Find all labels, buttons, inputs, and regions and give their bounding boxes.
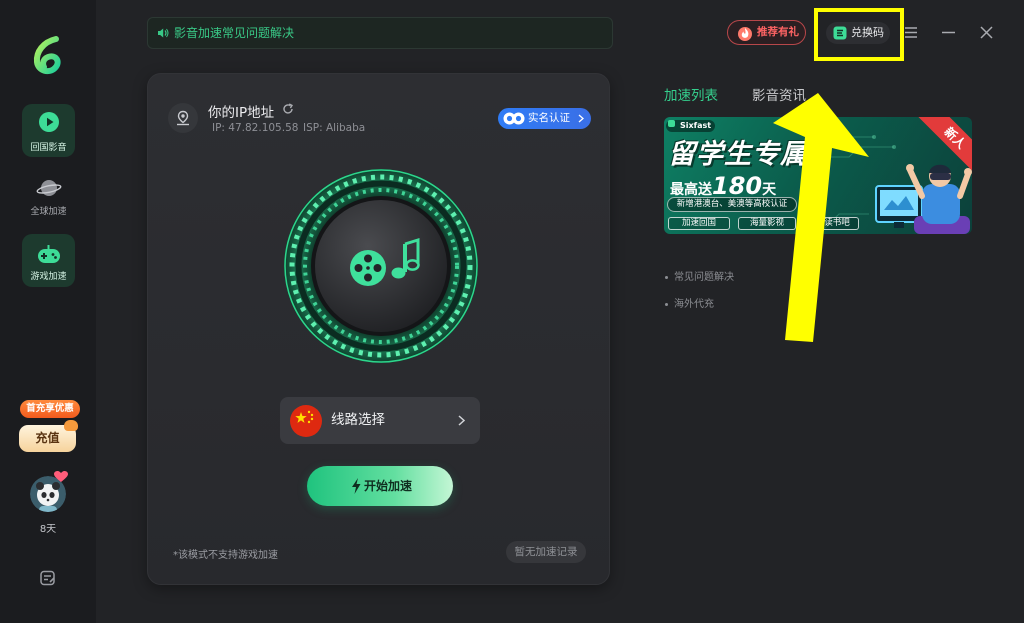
real-name-verify-button[interactable]: 实名认证: [498, 108, 591, 129]
link-label: 海外代充: [674, 299, 714, 310]
mode-note: *该模式不支持游戏加速: [173, 550, 278, 561]
speaker-icon: [157, 27, 169, 39]
verify-label: 实名认证: [528, 112, 570, 124]
chevron-right-icon: [578, 114, 584, 123]
tab-media-news[interactable]: 影音资讯: [752, 84, 806, 104]
location-pin-icon: [168, 103, 198, 133]
app-logo-icon: [28, 34, 68, 76]
coupon-icon: [833, 26, 847, 40]
heart-badge-icon: [54, 471, 68, 483]
bullet-icon: [665, 302, 668, 306]
ip-title: 你的IP地址: [208, 105, 275, 121]
notice-bar[interactable]: 影音加速常见问题解决: [147, 17, 613, 49]
promo-banner[interactable]: Sixfast 留学生专属 最高送180天 新增港澳台、美澳等高校认证 加速回国…: [664, 117, 972, 234]
days-remaining: 8天: [39, 524, 57, 535]
link-overseas-topup[interactable]: 海外代充: [665, 295, 714, 310]
history-button[interactable]: 暂无加速记录: [506, 541, 586, 563]
accelerate-card: 你的IP地址 IP: 47.82.105.58 ISP: Alibaba 实名认…: [147, 73, 610, 585]
minimize-icon[interactable]: [942, 31, 955, 34]
link-label: 常见问题解决: [674, 272, 734, 283]
isp-name: ISP: Alibaba: [303, 122, 366, 134]
ip-address: IP: 47.82.105.58: [212, 122, 299, 134]
redeem-label: 兑换码: [851, 26, 884, 39]
banner-subline: 新增港澳台、美澳等高校认证: [667, 197, 797, 212]
start-label: 开始加速: [364, 479, 413, 493]
verify-icon: [503, 112, 525, 125]
lightning-icon: [351, 478, 361, 494]
referral-label: 推荐有礼: [757, 26, 799, 38]
offer-number: 180: [712, 172, 763, 200]
referral-button[interactable]: 推荐有礼: [727, 20, 806, 45]
film-music-icon[interactable]: [281, 166, 481, 366]
gamepad-icon: [22, 244, 75, 266]
offer-unit: 天: [762, 182, 777, 198]
banner-offer: 最高送180天: [670, 172, 776, 200]
sidebar-item-global[interactable]: 全球加速: [22, 166, 75, 219]
link-faq[interactable]: 常见问题解决: [665, 268, 734, 283]
banner-headline: 留学生专属: [668, 139, 808, 170]
sidebar-item-label: 全球加速: [30, 207, 67, 217]
video-play-icon: [22, 111, 75, 133]
redeem-code-button[interactable]: 兑换码: [826, 22, 890, 44]
offer-prefix: 最高送: [670, 182, 712, 198]
feedback-icon[interactable]: [40, 570, 56, 586]
banner-feature: 海量影视: [738, 217, 796, 230]
chevron-right-icon: [458, 415, 465, 426]
route-label: 线路选择: [331, 412, 385, 428]
route-select[interactable]: 线路选择: [280, 397, 480, 444]
fire-icon: [737, 25, 753, 41]
sidebar-item-video[interactable]: 回国影音: [22, 104, 75, 157]
sidebar-item-label: 回国影音: [30, 143, 67, 153]
close-icon[interactable]: [980, 26, 993, 39]
notice-text: 影音加速常见问题解决: [174, 26, 295, 40]
sidebar-item-game[interactable]: 游戏加速: [22, 234, 75, 287]
china-flag-icon: [290, 405, 322, 437]
start-accelerate-button[interactable]: 开始加速: [307, 466, 453, 506]
tab-accelerate-list[interactable]: 加速列表: [664, 84, 718, 104]
cat-ear-decoration: [64, 420, 78, 431]
sidebar-item-label: 游戏加速: [30, 272, 67, 282]
banner-feature: 读书吧: [815, 217, 859, 230]
menu-icon[interactable]: [905, 27, 917, 38]
bullet-icon: [665, 275, 668, 279]
planet-icon: [22, 177, 75, 199]
promo-badge: 首充享优惠: [20, 400, 80, 418]
sidebar: 回国影音 全球加速 游戏加速 首充享优惠 充值 8天: [0, 0, 96, 623]
refresh-icon[interactable]: [282, 103, 294, 115]
banner-feature: 加速回国: [668, 217, 730, 230]
brand-logo-icon: [668, 120, 675, 127]
